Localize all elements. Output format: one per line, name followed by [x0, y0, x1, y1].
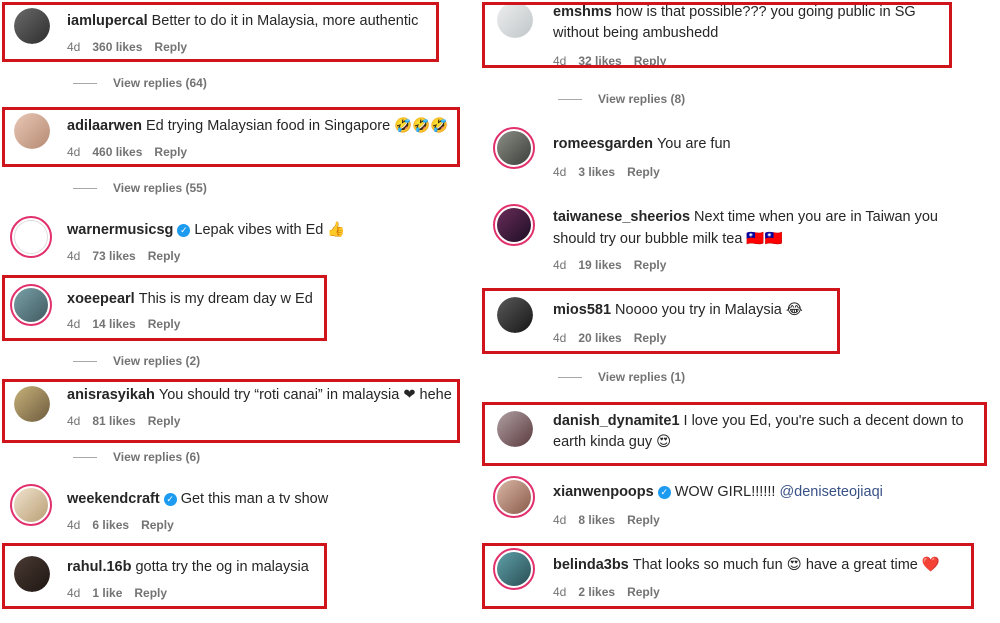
divider-line	[73, 457, 97, 459]
view-replies-button[interactable]: View replies (55)	[73, 181, 207, 195]
comment-likes[interactable]: 6 likes	[92, 518, 129, 532]
reply-button[interactable]: Reply	[148, 249, 181, 263]
highlight-box	[2, 2, 439, 62]
view-replies-button[interactable]: View replies (64)	[73, 76, 207, 90]
comment-username[interactable]: taiwanese_sheerios	[553, 209, 690, 225]
highlight-box	[2, 379, 460, 443]
comment-text: Next time when you are in Taiwan you	[694, 209, 938, 225]
divider-line	[73, 361, 97, 363]
highlight-box	[2, 275, 327, 341]
comment-meta: 4d 8 likes Reply	[553, 513, 672, 527]
reply-button[interactable]: Reply	[141, 518, 174, 532]
reply-button[interactable]: Reply	[634, 258, 667, 272]
comment-likes[interactable]: 3 likes	[578, 165, 615, 179]
comment-username[interactable]: xianwenpoops	[553, 484, 654, 500]
reply-button[interactable]: Reply	[627, 165, 660, 179]
comment-meta: 4d 19 likes Reply	[553, 258, 678, 272]
view-replies-button[interactable]: View replies (1)	[558, 370, 685, 384]
comment-meta: 4d 73 likes Reply	[67, 249, 192, 263]
divider-line	[558, 99, 582, 101]
comment-time[interactable]: 4d	[553, 513, 566, 527]
avatar[interactable]	[10, 484, 52, 526]
comment-time[interactable]: 4d	[553, 165, 566, 179]
highlight-box	[482, 543, 974, 609]
verified-badge-icon: ✓	[657, 486, 671, 499]
comment-text: WOW GIRL!!!!!!	[674, 484, 776, 500]
comment-meta: 4d 6 likes Reply	[67, 518, 186, 532]
mention-link[interactable]: @deniseteojiaqi	[779, 484, 882, 500]
divider-line	[73, 83, 97, 85]
view-replies-button[interactable]: View replies (6)	[73, 450, 200, 464]
highlight-box	[2, 107, 460, 167]
highlight-box	[2, 543, 327, 609]
highlight-box	[482, 402, 987, 466]
divider-line	[73, 188, 97, 190]
comment-time[interactable]: 4d	[67, 518, 80, 532]
avatar[interactable]	[10, 216, 52, 258]
comment-meta: 4d 3 likes Reply	[553, 165, 672, 179]
verified-badge-icon: ✓	[177, 224, 191, 237]
avatar[interactable]	[493, 204, 535, 246]
comment-likes[interactable]: 19 likes	[578, 258, 621, 272]
highlight-box	[482, 2, 952, 68]
comment-likes[interactable]: 73 likes	[92, 249, 135, 263]
comment-text: Get this man a tv show	[180, 491, 329, 507]
right-comments-column: emshms how is that possible??? you going …	[482, 0, 1000, 623]
comment-text: You are fun	[656, 136, 731, 152]
comment-text: should try our bubble milk tea 🇹🇼🇹🇼	[553, 231, 783, 247]
verified-badge-icon: ✓	[163, 493, 177, 506]
avatar[interactable]	[493, 476, 535, 518]
view-replies-button[interactable]: View replies (8)	[558, 92, 685, 106]
comment-likes[interactable]: 8 likes	[578, 513, 615, 527]
comment-time[interactable]: 4d	[67, 249, 80, 263]
left-comments-column: iamlupercal Better to do it in Malaysia, …	[0, 0, 500, 623]
highlight-box	[482, 288, 840, 354]
comment-time[interactable]: 4d	[553, 258, 566, 272]
comment-text: Lepak vibes with Ed 👍	[194, 222, 346, 238]
comment-username[interactable]: warnermusicsg	[67, 222, 173, 238]
comment-username[interactable]: weekendcraft	[67, 491, 160, 507]
comment-username[interactable]: romeesgarden	[553, 136, 653, 152]
avatar[interactable]	[493, 127, 535, 169]
reply-button[interactable]: Reply	[627, 513, 660, 527]
divider-line	[558, 377, 582, 379]
view-replies-button[interactable]: View replies (2)	[73, 354, 200, 368]
